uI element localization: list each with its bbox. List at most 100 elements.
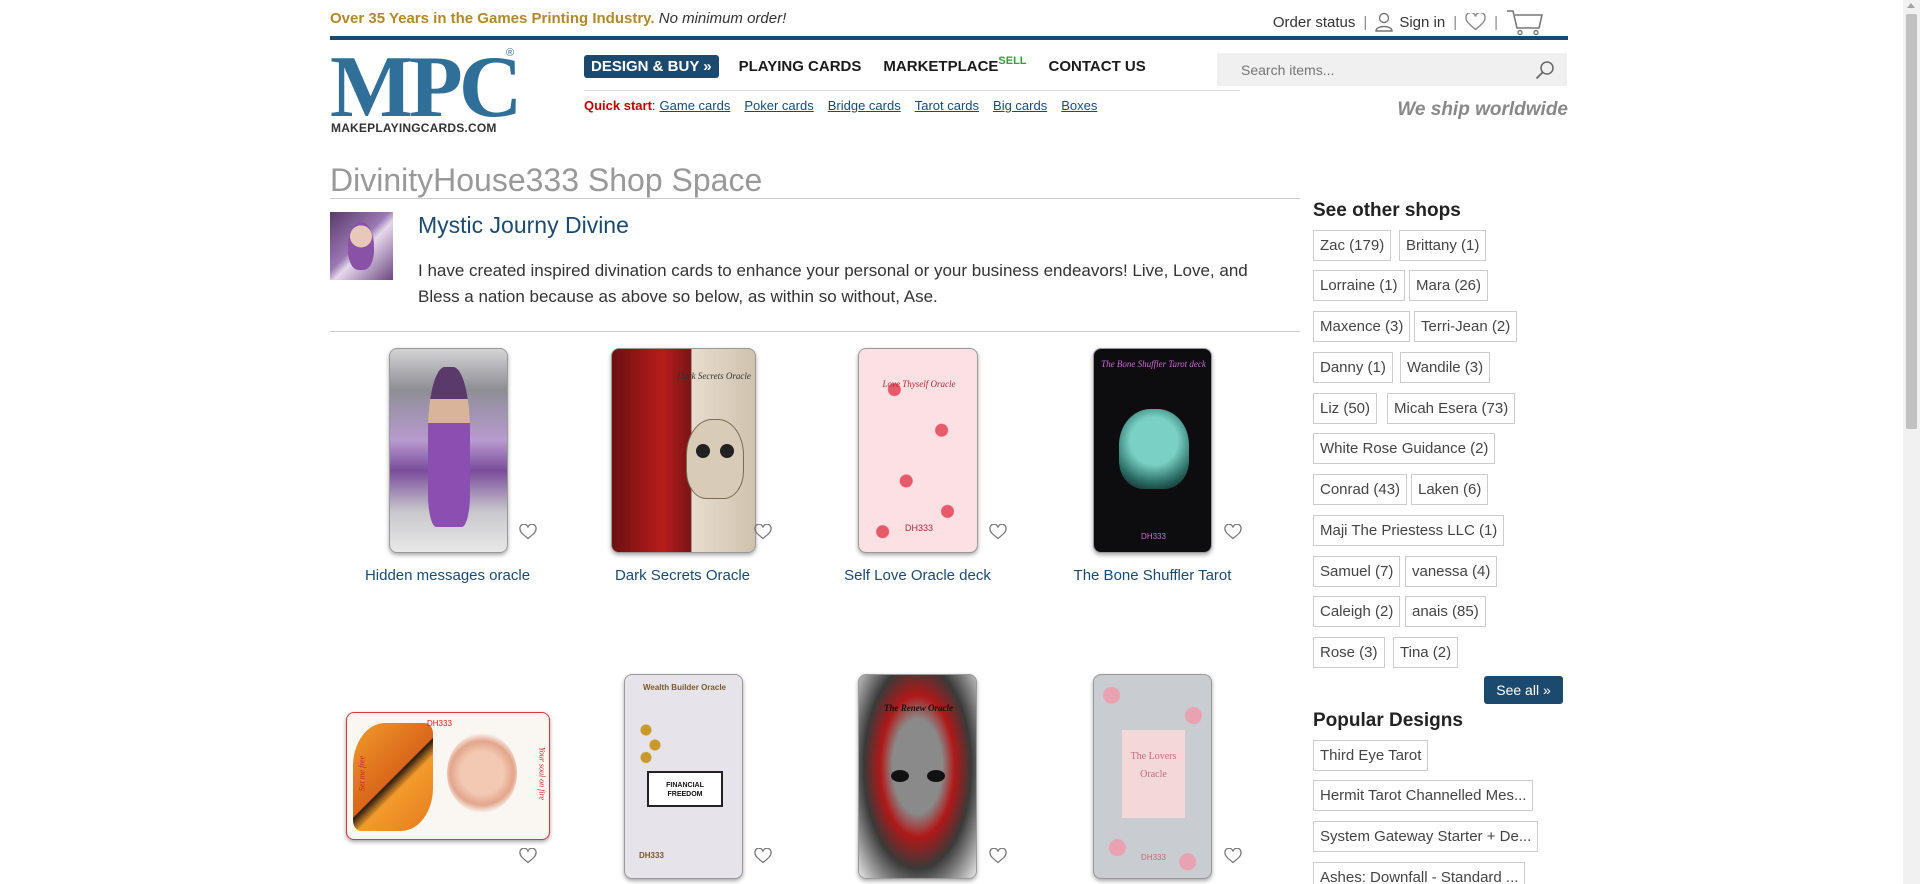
order-status-link[interactable]: Order status bbox=[1273, 14, 1356, 31]
favorite-heart-icon[interactable] bbox=[754, 524, 772, 540]
description-divider bbox=[330, 331, 1300, 332]
promo-text: Over 35 Years in the Games Printing Indu… bbox=[330, 10, 786, 27]
card-mark: DH333 bbox=[639, 851, 664, 860]
shop-avatar bbox=[330, 212, 393, 280]
quick-start-colon: : bbox=[651, 98, 656, 113]
product-name[interactable]: Self Love Oracle deck bbox=[800, 567, 1035, 584]
see-all-shops-button[interactable]: See all » bbox=[1484, 676, 1563, 704]
product-tile[interactable]: The Lovers Oracle DH333 bbox=[1035, 672, 1270, 884]
wishlist-heart-icon[interactable] bbox=[1465, 13, 1486, 31]
favorite-heart-icon[interactable] bbox=[519, 848, 537, 864]
shop-tag[interactable]: Danny (1) bbox=[1313, 352, 1393, 383]
shop-tag[interactable]: Caleigh (2) bbox=[1313, 596, 1401, 627]
product-tile[interactable]: Love Thyself Oracle DH333 Self Love Orac… bbox=[800, 348, 1035, 598]
product-tile[interactable]: Dark Secrets Oracle Dark Secrets Oracle bbox=[565, 348, 800, 598]
quick-start: Quick start : Game cards Poker cards Bri… bbox=[584, 98, 1111, 113]
promo-bold: Over 35 Years in the Games Printing Indu… bbox=[330, 10, 655, 27]
card-mark: DH333 bbox=[1141, 853, 1166, 862]
card-mark: DH333 bbox=[427, 719, 452, 728]
shop-tag[interactable]: Lorraine (1) bbox=[1313, 270, 1405, 301]
card-title: The Lovers Oracle bbox=[1122, 730, 1185, 818]
design-buy-button[interactable]: DESIGN & BUY » bbox=[584, 55, 719, 78]
card-label: FINANCIAL FREEDOM bbox=[647, 771, 723, 807]
quick-bridge-cards[interactable]: Bridge cards bbox=[828, 98, 901, 113]
shop-tag[interactable]: Samuel (7) bbox=[1313, 556, 1401, 587]
registered-mark: ® bbox=[506, 47, 515, 59]
product-image[interactable]: Love Thyself Oracle DH333 bbox=[858, 348, 978, 553]
quick-boxes[interactable]: Boxes bbox=[1061, 98, 1097, 113]
product-tile[interactable]: Set me free Your soul on fire DH333 bbox=[330, 672, 565, 884]
quick-tarot-cards[interactable]: Tarot cards bbox=[915, 98, 979, 113]
scrollbar-thumb[interactable] bbox=[1906, 14, 1917, 429]
account-links: Order status | Sign in | | bbox=[1273, 8, 1544, 36]
shop-tag[interactable]: Laken (6) bbox=[1411, 474, 1489, 505]
shop-tag[interactable]: Maxence (3) bbox=[1313, 311, 1411, 342]
favorite-heart-icon[interactable] bbox=[754, 848, 772, 864]
sign-in-link[interactable]: Sign in bbox=[1399, 14, 1445, 31]
nav-playing-cards[interactable]: PLAYING CARDS bbox=[739, 58, 862, 75]
shop-tag[interactable]: Conrad (43) bbox=[1313, 474, 1408, 505]
favorite-heart-icon[interactable] bbox=[519, 524, 537, 540]
favorite-heart-icon[interactable] bbox=[1224, 524, 1242, 540]
card-title: The Bone Shuffler Tarot deck bbox=[1101, 359, 1206, 369]
favorite-heart-icon[interactable] bbox=[989, 848, 1007, 864]
nav-contact-us[interactable]: CONTACT US bbox=[1049, 58, 1146, 75]
product-image[interactable]: Dark Secrets Oracle bbox=[611, 348, 756, 553]
cart-icon[interactable] bbox=[1506, 8, 1544, 36]
page-title: DivinityHouse333 Shop Space bbox=[330, 162, 763, 198]
product-tile[interactable]: Hidden messages oracle bbox=[330, 348, 565, 598]
search-icon[interactable] bbox=[1535, 60, 1555, 80]
product-tile[interactable]: Wealth Builder Oracle FINANCIAL FREEDOM … bbox=[565, 672, 800, 884]
popular-design-tag[interactable]: Third Eye Tarot bbox=[1313, 740, 1429, 771]
shop-tag[interactable]: Wandile (3) bbox=[1400, 352, 1491, 383]
favorite-heart-icon[interactable] bbox=[989, 524, 1007, 540]
product-image[interactable] bbox=[389, 348, 508, 553]
favorite-heart-icon[interactable] bbox=[1224, 848, 1242, 864]
shop-tag[interactable]: Maji The Priestess LLC (1) bbox=[1313, 515, 1505, 546]
product-name[interactable]: The Bone Shuffler Tarot bbox=[1035, 567, 1270, 584]
product-image[interactable]: The Bone Shuffler Tarot deck DH333 bbox=[1093, 348, 1212, 553]
quick-big-cards[interactable]: Big cards bbox=[993, 98, 1047, 113]
page: Over 35 Years in the Games Printing Indu… bbox=[330, 0, 1568, 884]
scroll-up-arrow-icon[interactable] bbox=[1907, 3, 1915, 8]
popular-designs-heading: Popular Designs bbox=[1313, 710, 1463, 731]
popular-design-tag[interactable]: Ashes: Downfall - Standard ... bbox=[1313, 862, 1526, 884]
promo-italic: No minimum order! bbox=[658, 10, 787, 27]
title-divider bbox=[330, 198, 1300, 199]
shop-tag[interactable]: Micah Esera (73) bbox=[1387, 393, 1516, 424]
shop-tag[interactable]: White Rose Guidance (2) bbox=[1313, 433, 1496, 464]
card-left-text: Set me free bbox=[357, 755, 367, 792]
user-icon[interactable] bbox=[1375, 12, 1394, 32]
shop-tag[interactable]: vanessa (4) bbox=[1405, 556, 1498, 587]
shop-name: Mystic Journy Divine bbox=[418, 212, 629, 238]
popular-design-tag[interactable]: Hermit Tarot Channelled Mes... bbox=[1313, 780, 1534, 811]
product-name[interactable]: Hidden messages oracle bbox=[330, 567, 565, 584]
product-image[interactable]: The Lovers Oracle DH333 bbox=[1093, 674, 1212, 879]
shop-tag[interactable]: Liz (50) bbox=[1313, 393, 1378, 424]
shop-description: I have created inspired divination cards… bbox=[418, 261, 1248, 306]
shop-tag[interactable]: anais (85) bbox=[1405, 596, 1486, 627]
shop-tag[interactable]: Mara (26) bbox=[1409, 270, 1489, 301]
separator: | bbox=[1494, 13, 1498, 31]
product-image[interactable]: The Renew Oracle bbox=[858, 674, 977, 879]
product-tile[interactable]: The Renew Oracle bbox=[800, 672, 1035, 884]
product-image[interactable]: Set me free Your soul on fire DH333 bbox=[346, 712, 550, 840]
popular-design-tag[interactable]: System Gateway Starter + De... bbox=[1313, 821, 1539, 852]
shop-tag[interactable]: Rose (3) bbox=[1313, 637, 1385, 668]
quick-game-cards[interactable]: Game cards bbox=[660, 98, 731, 113]
shop-tag[interactable]: Zac (179) bbox=[1313, 230, 1392, 261]
quick-poker-cards[interactable]: Poker cards bbox=[744, 98, 813, 113]
mpc-logo[interactable]: MPC ® MAKEPLAYINGCARDS.COM bbox=[330, 43, 525, 137]
nav-marketplace[interactable]: MARKETPLACESELL bbox=[883, 55, 1026, 75]
product-name[interactable]: Dark Secrets Oracle bbox=[565, 567, 800, 584]
product-tile[interactable]: The Bone Shuffler Tarot deck DH333 The B… bbox=[1035, 348, 1270, 598]
card-mark: DH333 bbox=[1141, 532, 1166, 541]
shop-tag[interactable]: Brittany (1) bbox=[1399, 230, 1487, 261]
page-scrollbar[interactable] bbox=[1903, 0, 1920, 884]
card-title: The Renew Oracle bbox=[884, 703, 953, 713]
logo-site-name: MAKEPLAYINGCARDS.COM bbox=[331, 121, 497, 135]
shop-tag[interactable]: Terri-Jean (2) bbox=[1414, 311, 1518, 342]
search-input[interactable] bbox=[1217, 53, 1527, 86]
product-image[interactable]: Wealth Builder Oracle FINANCIAL FREEDOM … bbox=[624, 674, 743, 879]
shop-tag[interactable]: Tina (2) bbox=[1393, 637, 1459, 668]
